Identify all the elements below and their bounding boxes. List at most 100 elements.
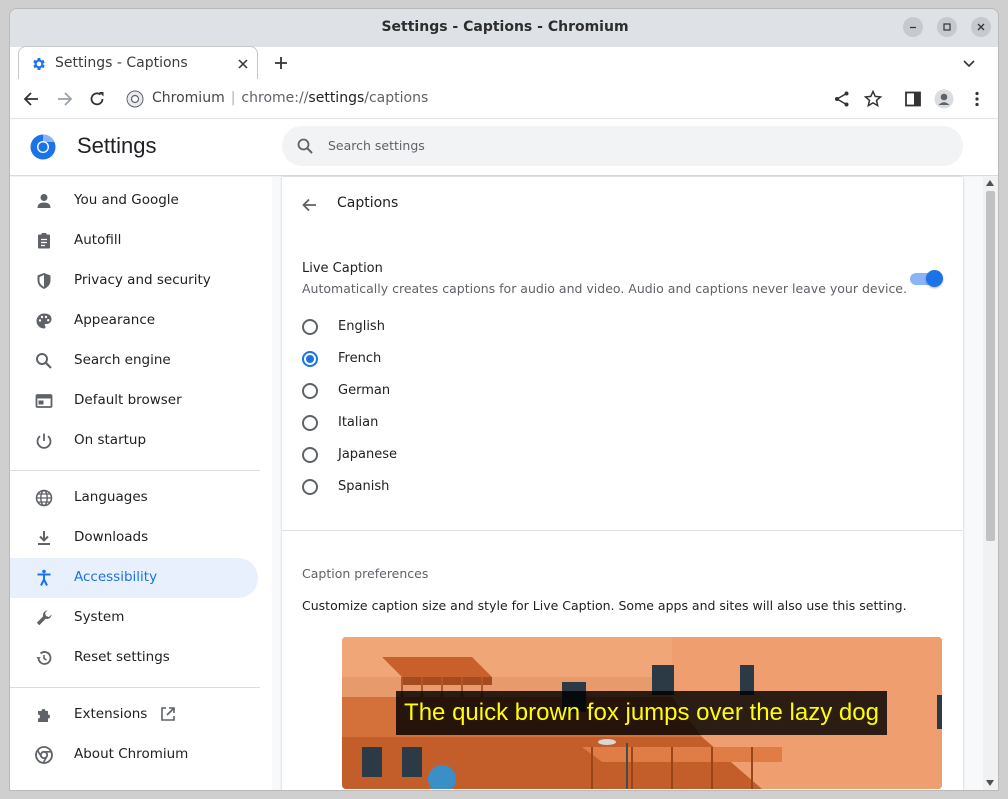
shield-icon [37,273,51,289]
chromium-logo-icon [30,134,56,160]
sidebar-item-label: On startup [74,432,147,448]
toggle-thumb [926,270,943,287]
radio-button[interactable] [302,415,318,431]
captions-card: Captions Live Caption Automatically crea… [282,177,963,790]
share-icon[interactable] [832,89,852,109]
caption-preview: The quick brown fox jumps over the lazy … [342,637,942,789]
live-caption-description: Automatically creates captions for audio… [302,281,907,296]
sidebar-divider [10,687,260,688]
sidebar-item-about[interactable]: About Chromium [10,735,258,775]
sidebar-item-on-startup[interactable]: On startup [10,421,258,461]
radio-button[interactable] [302,447,318,463]
sidebar-item-languages[interactable]: Languages [10,478,258,518]
wrench-icon [36,610,52,626]
caption-preferences-description: Customize caption size and style for Liv… [302,598,907,613]
accessibility-icon [37,569,51,586]
radio-label: French [338,351,382,366]
download-icon [38,531,50,545]
sidebar-item-search-engine[interactable]: Search engine [10,341,258,381]
sidebar-item-label: Accessibility [74,569,158,585]
window-title: Settings - Captions - Chromium [381,19,629,35]
sidebar-item-label: Languages [74,489,148,505]
minimize-button[interactable] [903,17,923,37]
sidebar-item-label: Reset settings [74,649,170,665]
sidebar-item-autofill[interactable]: Autofill [10,221,258,261]
language-option-spanish[interactable]: Spanish [302,473,702,501]
sidebar-item-label: Privacy and security [74,272,211,288]
radio-button[interactable] [302,479,318,495]
scroll-up-arrow-icon[interactable] [986,180,994,186]
radio-button[interactable] [302,319,318,335]
language-option-german[interactable]: German [302,377,702,405]
language-option-italian[interactable]: Italian [302,409,702,437]
back-arrow-icon[interactable] [22,89,42,109]
side-panel-icon[interactable] [903,89,923,109]
section-divider [282,530,963,531]
scroll-down-arrow-icon[interactable] [986,780,994,786]
tab-settings-captions[interactable]: Settings - Captions [18,46,258,80]
back-arrow-icon[interactable] [300,195,320,215]
close-icon [977,23,985,31]
sidebar-item-label: You and Google [74,192,179,208]
maximize-button[interactable] [937,17,957,37]
sidebar-item-appearance[interactable]: Appearance [10,301,258,341]
scrollbar[interactable] [983,177,998,790]
sidebar-item-reset[interactable]: Reset settings [10,638,258,678]
close-tab-icon[interactable] [235,56,251,72]
minimize-icon [910,26,916,29]
live-caption-toggle[interactable] [910,270,943,287]
sidebar-item-label: Search engine [74,352,171,368]
scroll-thumb[interactable] [986,191,995,541]
sidebar-item-privacy[interactable]: Privacy and security [10,261,258,301]
caption-preview-box: The quick brown fox jumps over the lazy … [396,691,887,735]
sidebar-item-you-and-google[interactable]: You and Google [10,181,258,221]
radio-button[interactable] [302,383,318,399]
language-option-french[interactable]: French [302,345,702,373]
live-caption-label: Live Caption [302,261,383,276]
sidebar-item-label: About Chromium [74,746,189,762]
sidebar-divider [10,470,260,471]
gear-icon [33,58,45,70]
url-text: Chromium | chrome://settings/captions [152,90,428,106]
reload-icon[interactable] [87,89,107,109]
sidebar-item-system[interactable]: System [10,598,258,638]
settings-header: Settings Search settings [10,120,998,176]
chevron-down-icon[interactable] [962,56,976,70]
globe-icon [35,489,53,507]
forward-arrow-icon[interactable] [54,89,74,109]
sidebar-item-label: Extensions [74,706,148,722]
sidebar-item-label: Downloads [74,529,149,545]
sidebar-item-label: Default browser [74,392,182,408]
search-icon [36,353,52,369]
url-path: /captions [364,90,429,106]
new-tab-icon[interactable] [272,54,290,72]
radio-label: English [338,319,385,334]
language-option-japanese[interactable]: Japanese [302,441,702,469]
search-settings-input[interactable]: Search settings [282,126,963,166]
radio-button-selected[interactable] [302,351,318,367]
search-icon [297,138,313,154]
more-menu-icon[interactable] [967,89,987,109]
sidebar-item-accessibility[interactable]: Accessibility [10,558,258,598]
puzzle-icon [38,709,50,722]
title-bar: Settings - Captions - Chromium [10,9,998,47]
language-option-english[interactable]: English [302,313,702,341]
external-link-icon [161,707,175,721]
sidebar-item-label: System [74,609,125,625]
sidebar-item-default-browser[interactable]: Default browser [10,381,258,421]
address-bar[interactable]: Chromium | chrome://settings/captions [120,85,860,113]
profile-avatar-icon[interactable] [934,89,954,109]
site-name: Chromium [152,90,225,106]
radio-label: German [338,383,391,398]
person-icon [37,194,51,208]
sidebar-item-downloads[interactable]: Downloads [10,518,258,558]
clipboard-icon [38,233,50,249]
page-title: Captions [337,195,399,211]
bookmark-star-icon[interactable] [863,89,883,109]
tab-title: Settings - Captions [55,55,188,71]
url-scheme: chrome:// [241,90,309,106]
restore-icon [36,651,52,665]
settings-title: Settings [77,133,157,158]
sidebar-item-extensions[interactable]: Extensions [10,695,258,735]
close-window-button[interactable] [971,17,991,37]
